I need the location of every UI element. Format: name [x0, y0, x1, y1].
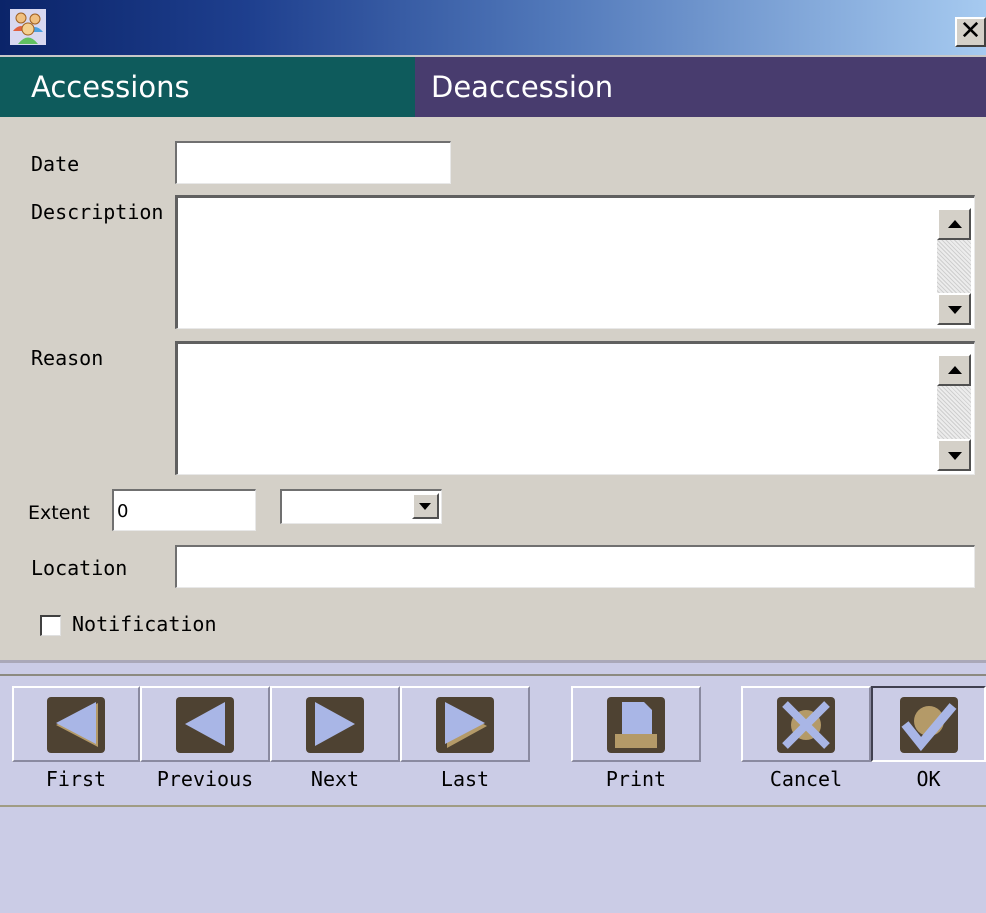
checkmark-icon: [899, 697, 958, 753]
navigation-toolbar: First Previous Next Last Print Cancel OK: [0, 663, 986, 913]
dropdown-button[interactable]: [412, 493, 439, 519]
arrow-up-icon: [948, 366, 962, 374]
extent-label: Extent: [28, 502, 90, 524]
location-label: Location: [31, 556, 128, 580]
location-input[interactable]: [175, 545, 975, 588]
date-label: Date: [31, 152, 80, 176]
scroll-up-button[interactable]: [937, 354, 971, 386]
cancel-label: Cancel: [769, 767, 843, 791]
description-textarea[interactable]: [175, 195, 975, 329]
previous-button[interactable]: [140, 686, 270, 762]
toolbar-divider: [0, 805, 986, 807]
last-icon: [436, 697, 494, 753]
first-button[interactable]: [12, 686, 140, 762]
users-icon: [10, 9, 46, 45]
arrow-up-icon: [948, 220, 962, 228]
close-button[interactable]: ✕: [955, 17, 986, 47]
last-label: Last: [440, 767, 490, 791]
reason-label: Reason: [31, 346, 104, 370]
print-icon: [607, 697, 665, 753]
accessions-header: Accessions: [0, 57, 415, 117]
extent-unit-select[interactable]: [280, 489, 442, 524]
chevron-down-icon: [419, 503, 431, 510]
description-label: Description: [31, 200, 164, 224]
next-icon: [306, 697, 364, 753]
description-scrollbar[interactable]: [937, 208, 971, 325]
reason-textarea[interactable]: [175, 341, 975, 475]
ok-button[interactable]: [871, 686, 986, 762]
scroll-up-button[interactable]: [937, 208, 971, 240]
first-label: First: [45, 767, 107, 791]
next-label: Next: [310, 767, 360, 791]
previous-label: Previous: [156, 767, 254, 791]
print-label: Print: [605, 767, 667, 791]
extent-input[interactable]: 0: [112, 489, 256, 531]
notification-label: Notification: [72, 612, 217, 636]
next-button[interactable]: [270, 686, 400, 762]
scroll-down-button[interactable]: [937, 293, 971, 325]
deaccession-header: Deaccession: [415, 57, 986, 117]
cancel-icon: [777, 697, 835, 753]
window-titlebar[interactable]: ✕: [0, 0, 986, 57]
print-button[interactable]: [571, 686, 701, 762]
reason-scrollbar[interactable]: [937, 354, 971, 471]
first-icon: [47, 697, 105, 753]
previous-icon: [176, 697, 234, 753]
ok-label: OK: [916, 767, 941, 791]
arrow-down-icon: [948, 306, 962, 314]
scroll-down-button[interactable]: [937, 439, 971, 471]
toolbar-divider: [0, 674, 986, 676]
date-input[interactable]: [175, 141, 451, 184]
notification-checkbox[interactable]: [40, 615, 61, 636]
arrow-down-icon: [948, 452, 962, 460]
last-button[interactable]: [400, 686, 530, 762]
cancel-button[interactable]: [741, 686, 871, 762]
